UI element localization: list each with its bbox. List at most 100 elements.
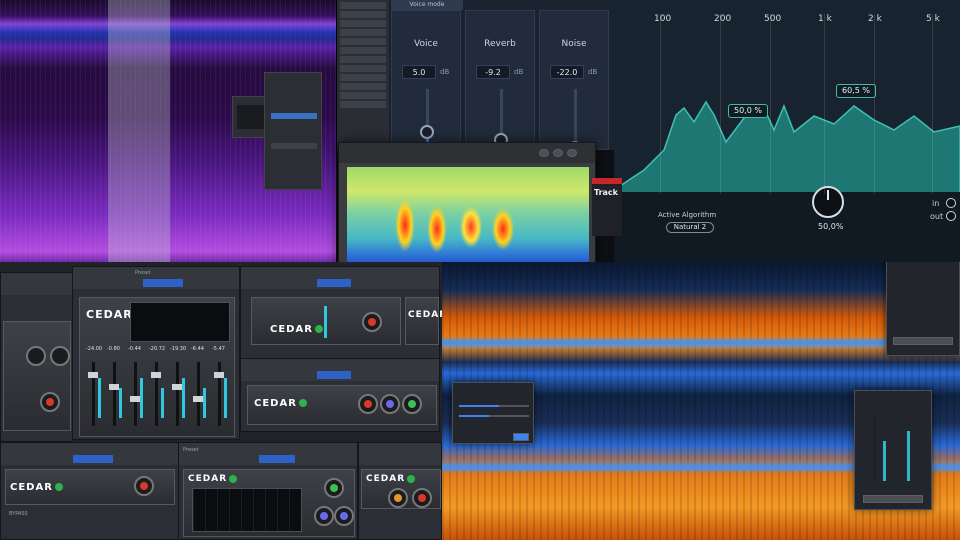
- meter: [883, 441, 886, 481]
- window-button[interactable]: [567, 149, 577, 157]
- window-titlebar[interactable]: [339, 143, 595, 163]
- input-knob[interactable]: [946, 198, 956, 208]
- knob-blue[interactable]: [380, 394, 400, 414]
- side-dialog[interactable]: [886, 262, 960, 356]
- plugin-face: CEDAR: [251, 297, 401, 345]
- window-button[interactable]: [553, 149, 563, 157]
- level-meter: [224, 378, 227, 418]
- channel-value-field[interactable]: -9.2: [476, 65, 510, 79]
- freq-gridline: [932, 14, 933, 194]
- slider-fill[interactable]: [459, 415, 489, 417]
- cedar-logo: CEDAR: [188, 474, 238, 484]
- cedar-plugin-d: CEDAR: [240, 358, 440, 432]
- parameter-value: -24.00: [86, 346, 103, 352]
- file-browser[interactable]: [337, 0, 389, 150]
- algorithm-select[interactable]: Natural 2: [666, 222, 714, 233]
- fader-slot: [134, 362, 137, 426]
- threshold-knob[interactable]: [50, 346, 70, 366]
- cedar-plugin-a: [0, 272, 74, 442]
- plugin-header: [359, 443, 441, 465]
- dialog-action-bar[interactable]: [893, 337, 953, 345]
- dialog-field[interactable]: [271, 143, 317, 149]
- parameter-value: -5.47: [212, 346, 225, 352]
- level-meter: [140, 378, 143, 418]
- channel-value-field[interactable]: 5.0: [402, 65, 436, 79]
- plugin-face: [3, 321, 71, 431]
- plugin-face: CEDAR -24.00 -0.80 -0.44 -20.72 -19.30 -6.44-…: [79, 297, 235, 437]
- compare-button[interactable]: [317, 279, 351, 287]
- algorithm-label: Active Algorithm: [658, 211, 717, 219]
- preset-dropdown[interactable]: [73, 455, 113, 463]
- parameter-value: -0.80: [107, 346, 120, 352]
- knob-red[interactable]: [412, 488, 432, 508]
- fader-cap[interactable]: [214, 372, 224, 378]
- load-preset-button[interactable]: [317, 371, 351, 379]
- settings-dialog[interactable]: [264, 72, 322, 190]
- knob-green[interactable]: [402, 394, 422, 414]
- eq-curve[interactable]: [614, 20, 960, 200]
- cedar-plugin-g: CEDAR: [358, 442, 442, 540]
- fader-cap[interactable]: [130, 396, 140, 402]
- track-tag[interactable]: Track: [592, 178, 622, 236]
- band-value-1[interactable]: 50,0 %: [728, 104, 768, 118]
- fader-slot: [873, 411, 876, 481]
- parameter-value: -20.72: [149, 346, 166, 352]
- dialog-field[interactable]: [271, 113, 317, 119]
- plugin-header: [1, 443, 179, 465]
- orange-spectrogram[interactable]: [442, 262, 960, 540]
- knob-orange[interactable]: [388, 488, 408, 508]
- fader-cap[interactable]: [88, 372, 98, 378]
- level-meter: [119, 388, 122, 418]
- cedar-logo: CEDAR: [10, 482, 63, 493]
- reduction-knob[interactable]: [362, 312, 382, 332]
- knob-red[interactable]: [134, 476, 154, 496]
- mixer-mode-tab[interactable]: Voice mode: [391, 0, 463, 10]
- output-knob[interactable]: [946, 211, 956, 221]
- response-graph[interactable]: [192, 488, 302, 532]
- compare-button[interactable]: [259, 455, 295, 463]
- parameter-display: [130, 302, 230, 342]
- knob-blue[interactable]: [334, 506, 354, 526]
- fader-cap[interactable]: [193, 396, 203, 402]
- plugin-face: CEDAR: [5, 469, 175, 505]
- plugin-face: CEDAR: [183, 469, 355, 537]
- preset-label: Preset: [135, 270, 151, 276]
- mix-knob[interactable]: [812, 186, 844, 218]
- cedar-plugin-collage: Preset CEDAR -24.00 -0.80 -0.44 -20.72 -19.3…: [0, 262, 442, 540]
- fader-slot: [197, 362, 200, 426]
- knob-red[interactable]: [358, 394, 378, 414]
- fader-cap[interactable]: [109, 384, 119, 390]
- preset-dropdown[interactable]: [143, 279, 183, 287]
- dialog-action-bar[interactable]: [863, 495, 923, 503]
- cedar-dot-icon: [54, 483, 63, 491]
- processing-dialog[interactable]: [452, 382, 534, 444]
- knob-green[interactable]: [324, 478, 344, 498]
- band-value-2[interactable]: 60,5 %: [836, 84, 876, 98]
- cedar-logo: CEDAR: [270, 324, 323, 335]
- slider-fill[interactable]: [459, 405, 499, 407]
- fader-handle[interactable]: [420, 125, 434, 139]
- output-knob[interactable]: [40, 392, 60, 412]
- bypass-label[interactable]: BYPASS: [9, 511, 28, 517]
- apply-button[interactable]: [513, 433, 529, 441]
- time-selection[interactable]: [108, 0, 170, 262]
- knob-blue[interactable]: [314, 506, 334, 526]
- track-label-text: Track: [594, 188, 618, 197]
- fader-bank: [86, 358, 234, 432]
- cedar-logo-text: CEDAR: [10, 482, 53, 493]
- fader-cap[interactable]: [172, 384, 182, 390]
- level-meter: [203, 388, 206, 418]
- gain-knob[interactable]: [26, 346, 46, 366]
- fader-cap[interactable]: [151, 372, 161, 378]
- plugin-face: CEDAR: [361, 469, 441, 509]
- channel-value-field[interactable]: -22.0: [550, 65, 584, 79]
- plugin-face: CEDAR: [247, 385, 437, 425]
- cedar-logo-text: CEDAR: [188, 474, 228, 484]
- cedar-logo: CEDAR: [254, 398, 307, 409]
- channel-label: Voice: [414, 39, 438, 49]
- gain-dialog[interactable]: [854, 390, 932, 510]
- window-button[interactable]: [539, 149, 549, 157]
- parameter-value: -19.30: [170, 346, 187, 352]
- plugin-header: [241, 267, 439, 289]
- purple-spectrogram[interactable]: [0, 0, 336, 262]
